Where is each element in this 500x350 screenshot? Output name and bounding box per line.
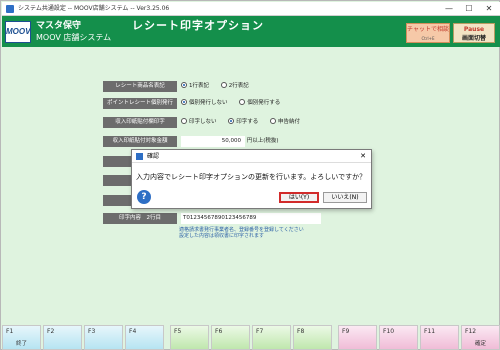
fkey-f2[interactable]: F2 [43, 325, 82, 350]
dialog-titlebar: 確認 ✕ [132, 150, 371, 163]
section-label: マスタ保守 [36, 21, 82, 31]
stamp-amount-input[interactable]: 50,000 [181, 136, 245, 147]
fkey-f11[interactable]: F11 [420, 325, 459, 350]
chat-shortcut: Ctrl+E [421, 36, 435, 41]
fkey-f12[interactable]: F12 確定 [461, 325, 500, 350]
fkey-f3[interactable]: F3 [84, 325, 123, 350]
radio-icon [181, 117, 187, 124]
radio-icon [220, 81, 227, 88]
fkey-f7[interactable]: F7 [252, 325, 291, 350]
question-icon: ? [137, 190, 151, 204]
page-title: レシート印字オプション [132, 19, 264, 32]
pause-screen-switch-button[interactable]: Pause 画面切替 [453, 23, 495, 43]
field-label: レシート商品名表記 [103, 81, 177, 92]
fkey-f4[interactable]: F4 [125, 325, 164, 350]
function-key-bar: F1 終了 F2 F3 F4 F5 F6 F7 F8 F9 F10 F11 F12… [2, 325, 500, 350]
no-button[interactable]: いいえ(N) [323, 192, 367, 203]
radio-checked-icon [228, 117, 235, 124]
radio-no-print[interactable]: 印字しない [181, 117, 217, 128]
note-line: 設定した内容は領収書に印字されます [179, 233, 265, 239]
field-label: ポイントレシート個別発行 [103, 98, 177, 109]
app-window: システム共通設定 -- MOOV店舗システム -- Ver3.25.06 — ☐… [0, 0, 500, 350]
radio-icon [270, 117, 277, 124]
form-notes: 適格請求書発行事業者名、登録番号を登録してください 設定した内容は領収書に印字さ… [179, 227, 304, 239]
radio-no-separate[interactable]: 個別発行しない [181, 98, 228, 109]
radio-checked-icon [181, 98, 187, 105]
app-header: MOOV マスタ保守 レシート印字オプション MOOV 店舗システム チャットで… [2, 16, 500, 47]
fkey-f5[interactable]: F5 [170, 325, 209, 350]
fkey-f8[interactable]: F8 [293, 325, 332, 350]
close-icon[interactable]: ✕ [480, 2, 498, 16]
radio-two-line[interactable]: 2行表記 [220, 81, 249, 92]
dialog-message: 入力内容でレシート印字オプションの更新を行います。よろしいですか？ [136, 173, 367, 181]
moov-logo: MOOV [5, 21, 31, 43]
radio-separate[interactable]: 個別発行する [239, 98, 280, 109]
dialog-title: 確認 [147, 153, 160, 160]
radio-one-line[interactable]: 1行表記 [181, 81, 209, 92]
radio-checked-icon [181, 81, 187, 88]
field-label: 収入印紙貼付対象金額 [103, 136, 177, 147]
app-icon [6, 5, 14, 13]
chat-consult-label: チャットで相談 [407, 26, 449, 33]
print-line2-input[interactable]: T01234567890123456789 [181, 213, 321, 224]
radio-declared-payment[interactable]: 申告納付 [270, 117, 300, 128]
confirm-dialog: 確認 ✕ 入力内容でレシート印字オプションの更新を行います。よろしいですか？ ?… [131, 149, 372, 209]
dialog-app-icon [136, 153, 143, 160]
fkey-f9[interactable]: F9 [338, 325, 377, 350]
field-label: 印字内容 2行目 [103, 213, 177, 224]
chat-consult-button[interactable]: チャットで相談 Ctrl+E [406, 23, 450, 43]
fkey-f10[interactable]: F10 [379, 325, 418, 350]
window-title: システム共通設定 -- MOOV店舗システム -- Ver3.25.06 [18, 5, 170, 12]
fkey-f6[interactable]: F6 [211, 325, 250, 350]
stamp-amount-suffix: 円以上(税抜) [246, 138, 279, 144]
maximize-icon[interactable]: ☐ [460, 2, 478, 16]
yes-button[interactable]: はい(Y) [279, 192, 319, 203]
screen-switch-label: 画面切替 [461, 35, 486, 42]
fkey-f1[interactable]: F1 終了 [2, 325, 41, 350]
radio-icon [239, 98, 246, 105]
system-name: MOOV 店舗システム [36, 33, 112, 42]
close-icon[interactable]: ✕ [360, 150, 366, 163]
window-titlebar: システム共通設定 -- MOOV店舗システム -- Ver3.25.06 — ☐… [2, 2, 500, 16]
minimize-icon[interactable]: — [440, 2, 458, 16]
field-label: 収入印紙貼付欄印字 [103, 117, 177, 128]
pause-label: Pause [463, 26, 485, 33]
radio-print[interactable]: 印字する [228, 117, 258, 128]
